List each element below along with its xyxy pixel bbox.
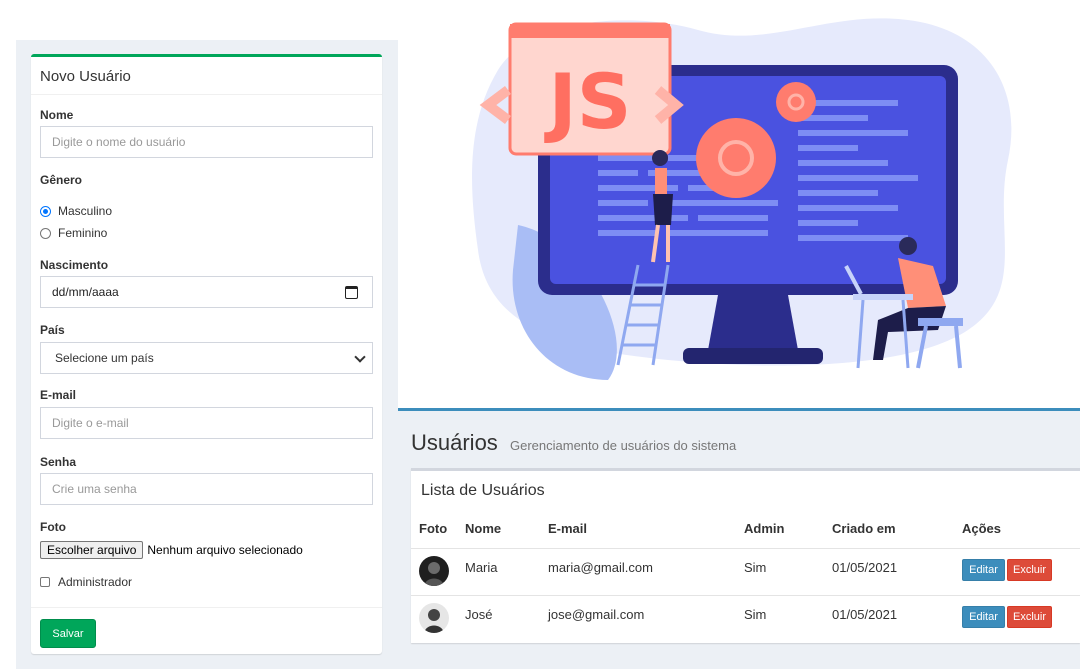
birth-label: Nascimento [40,258,109,272]
radio-checked-icon[interactable] [40,205,51,217]
email-label: E-mail [40,388,77,402]
avatar [419,556,449,586]
user-admin: Sim [744,607,767,622]
user-email: jose@gmail.com [548,607,645,622]
file-status: Nenhum arquivo selecionado [147,543,303,557]
column-header-email: E-mail [548,521,588,536]
user-name: José [465,607,493,622]
gender-option-feminino[interactable]: Feminino [40,226,107,240]
edit-button[interactable]: Editar [962,559,1005,581]
new-user-form-card: Novo Usuário Nome Digite o nome do usuár… [31,54,382,654]
name-input[interactable]: Digite o nome do usuário [40,126,373,158]
user-email: maria@gmail.com [548,560,653,575]
birth-date-value: dd/mm/aaaa [52,285,119,299]
divider [31,94,382,95]
users-list-card: Lista de Usuários Foto Nome E-mail Admin… [411,468,1080,643]
users-title: Usuários [411,430,498,455]
user-created-at: 01/05/2021 [832,607,898,622]
gender-option-label: Feminino [58,226,108,240]
admin-checkbox-row[interactable]: Administrador [40,575,132,589]
users-list-title: Lista de Usuários [421,482,545,499]
admin-checkbox-label: Administrador [58,575,133,589]
users-subtitle: Gerenciamento de usuários do sistema [510,438,737,453]
row-divider [411,595,1080,596]
password-label: Senha [40,455,77,469]
developer-illustration: JS [472,18,1012,380]
js-badge-text: JS [543,57,631,146]
column-header-criado-em: Criado em [832,521,896,536]
delete-button[interactable]: Excluir [1007,606,1052,628]
form-title: Novo Usuário [40,68,131,85]
birth-date-input[interactable]: dd/mm/aaaa [40,276,373,308]
divider [31,607,382,608]
country-selected-value: Selecione um país [55,351,154,365]
row-divider [411,548,1080,549]
avatar [419,603,449,633]
country-label: País [40,323,65,337]
users-section: Usuários Gerenciamento de usuários do si… [398,408,1080,669]
calendar-icon[interactable] [345,286,358,299]
name-label: Nome [40,108,74,122]
photo-file-input: Escolher arquivo Nenhum arquivo selecion… [40,541,303,559]
country-select[interactable]: Selecione um país [40,342,373,374]
email-input[interactable]: Digite o e-mail [40,407,373,439]
user-admin: Sim [744,560,767,575]
delete-button[interactable]: Excluir [1007,559,1052,581]
radio-unchecked-icon[interactable] [40,227,51,239]
save-button[interactable]: Salvar [40,619,96,648]
password-input[interactable]: Crie uma senha [40,473,373,505]
column-header-admin: Admin [744,521,785,536]
photo-label: Foto [40,520,66,534]
chevron-down-icon [354,351,366,363]
column-header-acoes: Ações [962,521,1002,536]
gender-option-label: Masculino [58,204,113,218]
column-header-nome: Nome [465,521,502,536]
column-header-foto: Foto [419,521,448,536]
user-name: Maria [465,560,498,575]
admin-checkbox[interactable] [40,577,50,587]
gender-label: Gênero [40,173,83,187]
user-created-at: 01/05/2021 [832,560,898,575]
edit-button[interactable]: Editar [962,606,1005,628]
choose-file-button[interactable]: Escolher arquivo [40,541,144,559]
gender-option-masculino[interactable]: Masculino [40,204,112,218]
